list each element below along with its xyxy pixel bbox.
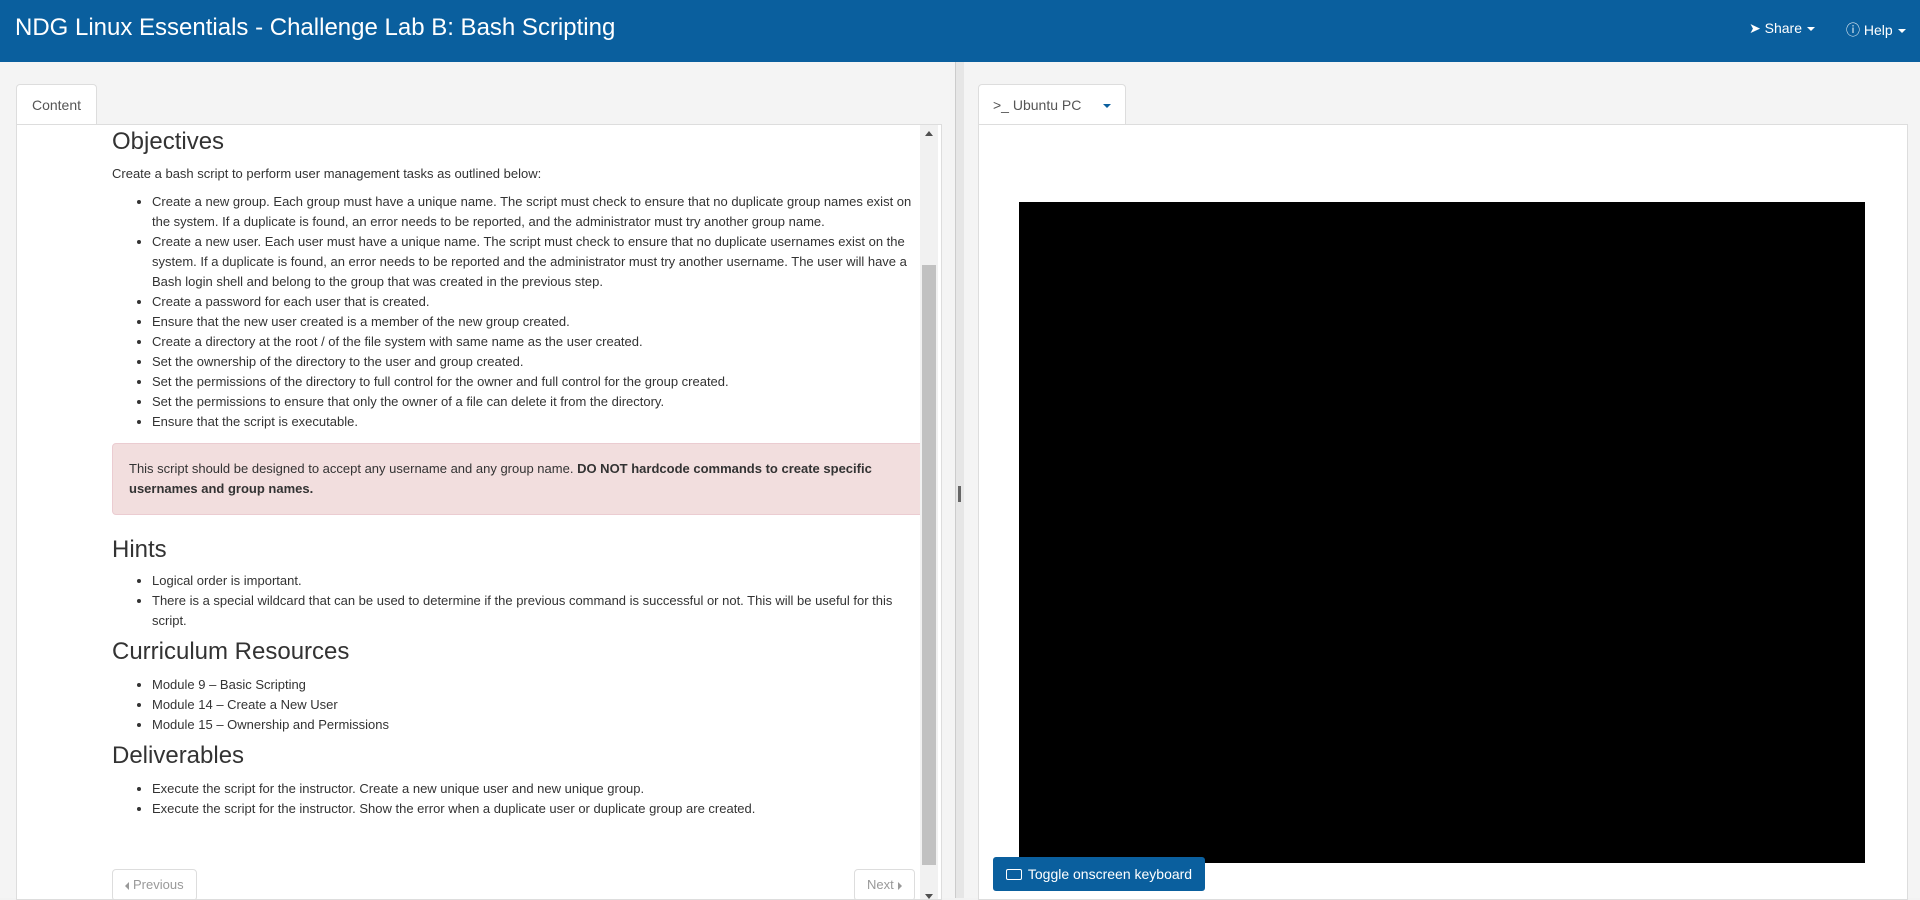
hints-list: Logical order is important. There is a s… <box>112 571 924 631</box>
app-title: NDG Linux Essentials - Challenge Lab B: … <box>15 14 616 41</box>
next-button[interactable]: Next <box>854 869 915 899</box>
scrollbar-thumb[interactable] <box>922 265 936 865</box>
scroll-down-icon[interactable] <box>925 894 933 899</box>
list-item: Set the permissions to ensure that only … <box>152 392 924 412</box>
content-box: Objectives Create a bash script to perfo… <box>16 124 942 900</box>
share-label: Share <box>1764 20 1802 36</box>
previous-button[interactable]: Previous <box>112 869 197 899</box>
list-item: Create a new group. Each group must have… <box>152 192 924 232</box>
objectives-intro: Create a bash script to perform user man… <box>112 166 542 181</box>
list-item: Module 9 – Basic Scripting <box>152 675 924 695</box>
list-item: Ensure that the new user created is a me… <box>152 312 924 332</box>
question-circle-icon: ⓘ <box>1846 22 1860 38</box>
splitter-grip-icon[interactable] <box>958 486 961 502</box>
ubuntu-tab-label: >_ Ubuntu PC <box>993 97 1082 113</box>
objectives-list: Create a new group. Each group must have… <box>112 192 924 432</box>
list-item: Execute the script for the instructor. C… <box>152 779 924 799</box>
caret-down-icon <box>1897 29 1906 34</box>
share-menu[interactable]: ➤ Share <box>1749 20 1815 37</box>
terminal-container <box>978 124 1908 900</box>
help-menu[interactable]: ⓘ Help <box>1846 20 1906 40</box>
keyboard-icon <box>1005 868 1022 880</box>
vm-panel: >_ Ubuntu PC <box>964 62 1920 900</box>
chevron-right-icon <box>897 881 902 890</box>
list-item: Ensure that the script is executable. <box>152 412 924 432</box>
list-item: There is a special wildcard that can be … <box>152 591 924 631</box>
help-label: Help <box>1863 22 1893 38</box>
toggle-keyboard-label: Toggle onscreen keyboard <box>1027 866 1193 882</box>
lab-instructions[interactable]: Objectives Create a bash script to perfo… <box>112 125 924 899</box>
tab-ubuntu-pc[interactable]: >_ Ubuntu PC <box>978 84 1126 126</box>
warning-alert: This script should be designed to accept… <box>112 443 924 515</box>
alert-text: This script should be designed to accept… <box>129 461 578 476</box>
hints-heading: Hints <box>112 536 167 563</box>
list-item: Create a password for each user that is … <box>152 292 924 312</box>
list-item: Set the permissions of the directory to … <box>152 372 924 392</box>
objectives-heading: Objectives <box>112 128 225 155</box>
list-item: Create a directory at the root / of the … <box>152 332 924 352</box>
list-item: Module 15 – Ownership and Permissions <box>152 715 924 735</box>
content-panel: Content Objectives Create a bash script … <box>0 62 955 900</box>
deliverables-heading: Deliverables <box>112 742 245 769</box>
toggle-keyboard-button[interactable]: Toggle onscreen keyboard <box>993 857 1205 891</box>
chevron-left-icon <box>125 881 129 890</box>
list-item: Module 14 – Create a New User <box>152 695 924 715</box>
top-bar: NDG Linux Essentials - Challenge Lab B: … <box>0 0 1920 62</box>
content-scrollbar[interactable] <box>920 125 938 899</box>
list-item: Create a new user. Each user must have a… <box>152 232 924 292</box>
scroll-up-icon[interactable] <box>925 131 933 136</box>
caret-down-icon[interactable] <box>1103 104 1111 108</box>
previous-label: Previous <box>133 877 184 892</box>
vm-console-screen[interactable] <box>1019 202 1865 863</box>
caret-down-icon <box>1806 27 1815 32</box>
deliverables-list: Execute the script for the instructor. C… <box>112 779 924 819</box>
list-item: Set the ownership of the directory to th… <box>152 352 924 372</box>
next-label: Next <box>867 877 894 892</box>
list-item: Execute the script for the instructor. S… <box>152 799 924 819</box>
share-icon: ➤ <box>1749 20 1761 36</box>
tab-content[interactable]: Content <box>16 84 97 126</box>
resources-heading: Curriculum Resources <box>112 638 350 665</box>
list-item: Logical order is important. <box>152 571 924 591</box>
resources-list: Module 9 – Basic Scripting Module 14 – C… <box>112 675 924 735</box>
